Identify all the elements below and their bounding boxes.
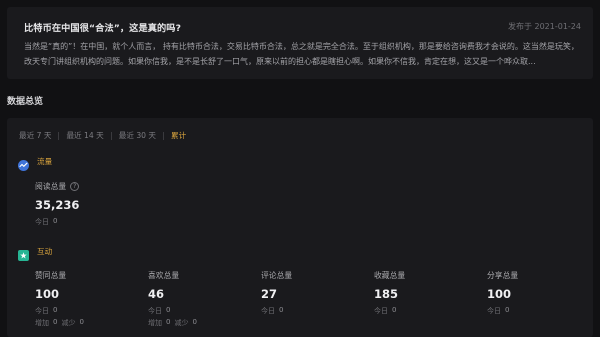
- stats-card: 最近 7 天 最近 14 天 最近 30 天 累计 流量 阅读总量 ? 35,2…: [7, 118, 593, 337]
- decrease-value: 0: [79, 318, 84, 326]
- today-label: 今日: [35, 307, 49, 315]
- read-total-metric: 阅读总量 ? 35,236 今日 0: [35, 181, 79, 227]
- today-label: 今日: [261, 307, 275, 315]
- article-date: 发布于 2021-01-24: [507, 22, 581, 31]
- article-title[interactable]: 比特币在中国很“合法”，这是真的吗?: [24, 20, 181, 34]
- metric-value: 185: [374, 287, 399, 301]
- decrease-label: 减少: [174, 319, 189, 327]
- today-value: 0: [505, 306, 510, 314]
- traffic-group-label: 流量: [37, 157, 53, 166]
- article-excerpt: 当然是“真的”！在中国，就个人而言， 持有比特币合法，交易比特币合法，总之就是完…: [24, 42, 579, 66]
- tab-cumulative[interactable]: 累计: [171, 130, 186, 141]
- interaction-group-label: 互动: [37, 247, 53, 256]
- metric-label: 分享总量: [487, 271, 519, 280]
- metric-label: 赞同总量: [35, 271, 67, 280]
- today-label: 今日: [487, 307, 501, 315]
- traffic-icon: [18, 156, 29, 171]
- increase-value: 0: [53, 318, 58, 326]
- range-tabs: 最近 7 天 最近 14 天 最近 30 天 累计: [19, 130, 186, 141]
- shares-metric: 分享总量 100 今日 0: [487, 270, 518, 316]
- favorites-metric: 喜欢总量 46 今日 0 增加 0 减少 0: [148, 270, 197, 328]
- metric-value: 46: [148, 287, 165, 301]
- interaction-group-header: 互动: [18, 246, 53, 261]
- today-label: 今日: [35, 218, 49, 226]
- traffic-group-header: 流量: [18, 156, 53, 171]
- likes-metric: 赞同总量 100 今日 0 增加 0 减少 0: [35, 270, 84, 328]
- tab-last-7-days[interactable]: 最近 7 天: [19, 130, 51, 141]
- today-label: 今日: [148, 307, 162, 315]
- decrease-label: 减少: [61, 319, 76, 327]
- help-icon[interactable]: ?: [70, 182, 80, 191]
- today-label: 今日: [374, 307, 388, 315]
- today-value: 0: [279, 306, 284, 314]
- read-total-value: 35,236: [35, 198, 80, 212]
- metric-label: 评论总量: [261, 271, 293, 280]
- today-value: 0: [166, 306, 171, 314]
- metric-label: 收藏总量: [374, 271, 406, 280]
- metric-value: 100: [35, 287, 60, 301]
- tab-last-14-days[interactable]: 最近 14 天: [66, 130, 103, 141]
- metric-label: 喜欢总量: [148, 271, 180, 280]
- today-value: 0: [53, 217, 58, 225]
- comments-metric: 评论总量 27 今日 0: [261, 270, 292, 316]
- collections-metric: 收藏总量 185 今日 0: [374, 270, 405, 316]
- tab-divider: [163, 131, 165, 140]
- tab-last-30-days[interactable]: 最近 30 天: [119, 130, 156, 141]
- article-card[interactable]: 比特币在中国很“合法”，这是真的吗? 发布于 2021-01-24 当然是“真的…: [7, 7, 593, 79]
- tab-divider: [58, 131, 60, 140]
- metric-value: 27: [261, 287, 278, 301]
- today-value: 0: [392, 306, 397, 314]
- metric-value: 100: [487, 287, 512, 301]
- increase-value: 0: [166, 318, 171, 326]
- interaction-icon: [18, 246, 29, 261]
- section-title: 数据总览: [7, 97, 44, 107]
- read-total-label: 阅读总量: [35, 182, 67, 191]
- decrease-value: 0: [192, 318, 197, 326]
- today-value: 0: [53, 306, 58, 314]
- tab-divider: [110, 131, 112, 140]
- increase-label: 增加: [148, 319, 162, 327]
- increase-label: 增加: [35, 319, 49, 327]
